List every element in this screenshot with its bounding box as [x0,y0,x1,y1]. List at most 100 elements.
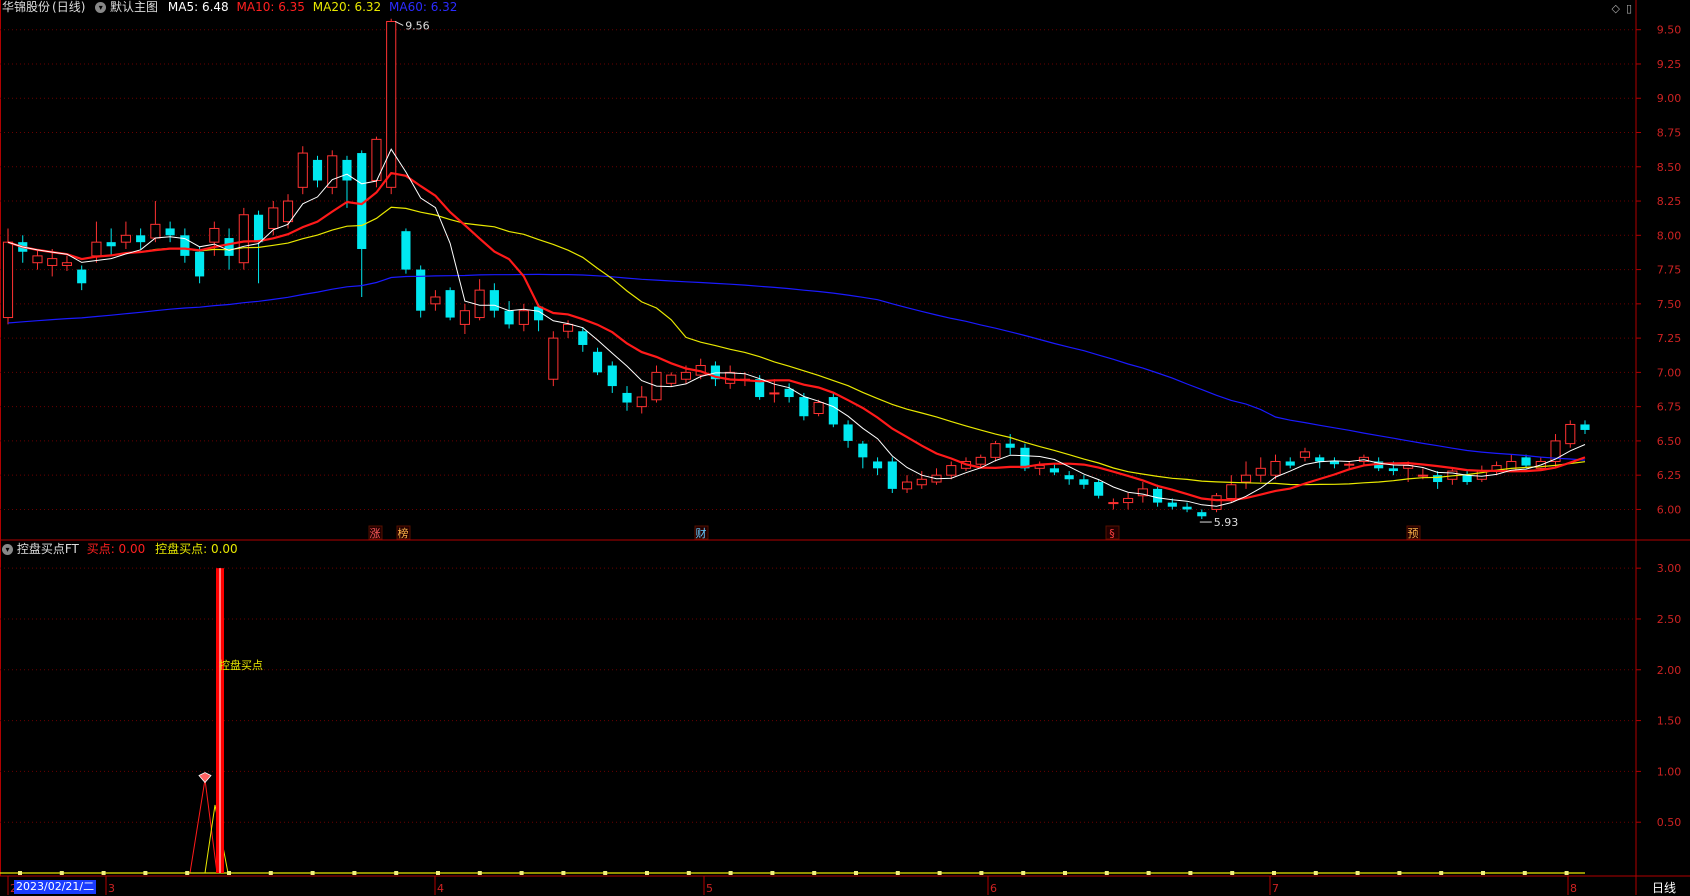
event-marker: § [1109,527,1115,540]
candle-body-down [1197,512,1207,517]
candle-body-up [518,310,529,325]
baseline-dot [1564,871,1569,875]
candle-body-up [327,155,338,188]
candle-body-down [1005,443,1015,448]
baseline-dot [436,871,440,875]
baseline-dot [561,871,566,875]
candle-body-up [430,296,441,305]
chevron-down-icon[interactable]: ▾ [95,2,107,13]
y-tick-label: 3.00 [1657,562,1682,575]
y-tick-label: 6.50 [1657,435,1682,448]
candle-body-up [1565,423,1576,445]
chevron-down-icon[interactable]: ▾ [2,544,13,555]
sub-indicator-name[interactable]: 控盘买点FT [17,542,79,556]
low-price-label: 5.93 [1214,516,1239,529]
baseline-dot [1063,871,1067,875]
candle-body-down [799,397,809,417]
baseline-dot [1522,871,1527,875]
candle-body-down [489,290,499,311]
ma60-line [7,273,1586,461]
candle-body-up [297,152,308,188]
candle-body-up [636,396,647,408]
x-tick-label: 6 [990,882,997,895]
buy-signal-line [189,779,218,874]
candle-body-up [562,323,574,332]
stock-chart[interactable]: 9.50 9.25 9.00 8.75 8.50 8.25 8.00 7.75 7.50 7.25… [0,0,1690,895]
baseline-dot [268,871,273,875]
y-tick-label: 9.25 [1657,58,1682,71]
candle-body-down [195,251,205,277]
candle-body-up [150,223,161,239]
period-tab[interactable]: 日线 [1638,879,1690,895]
candle-body-up [268,207,279,229]
x-tick-label: 4 [437,882,444,895]
candle-body-down [858,443,868,458]
baseline-dot [101,871,106,875]
candle-body-down [224,238,234,256]
candle-body-down [1182,506,1192,510]
candle-body-down [1315,457,1325,462]
baseline-dot [1481,871,1485,875]
candle-body-down [622,392,632,403]
candle-body-up [459,310,470,325]
y-tick-label: 8.00 [1657,229,1682,242]
baseline-dot [519,871,524,875]
candle-body-down [253,214,264,243]
main-chart-header: 华锦股份 (日线) ▾ 默认主图 MA5: 6.48 MA10: 6.35 MA2… [2,0,457,14]
baseline-dot [143,871,148,875]
candle-body-up [61,262,73,266]
y-tick-label: 6.75 [1657,401,1682,414]
baseline-dot [979,871,984,875]
baseline-dot [1439,871,1444,875]
candle-body-up [91,241,102,257]
candle-body-down [1020,447,1030,469]
event-marker: 财 [696,526,707,540]
candle-body-down [843,424,853,441]
baseline-dot [394,871,399,875]
ma60-value: MA60: 6.32 [389,0,458,14]
baseline-dot [812,871,817,875]
candle-body-down [1153,488,1163,503]
sub-chart-header: ▾ 控盘买点FT 买点: 0.00 控盘买点: 0.00 [2,542,238,556]
candle-body-up [769,392,780,395]
candle-body-up [666,374,677,384]
baseline-dot [1188,871,1193,875]
y-tick-label: 1.00 [1657,765,1682,778]
panel-icon[interactable]: ▯ [1626,2,1632,15]
baseline-dot [18,871,22,875]
candle-body-down [1064,475,1074,480]
candle-body-up [238,214,249,264]
candle-body-up [1270,460,1281,476]
control-buy-value: 控盘买点: 0.00 [155,542,238,556]
baseline-dot [895,871,900,875]
cursor-date: 2023/02/21/二 [14,880,97,894]
ma5-line [7,148,1586,507]
baseline-dot [1313,871,1318,875]
x-tick-label: 7 [1272,882,1279,895]
candle-body-down [1094,482,1104,496]
candle-body-up [1344,463,1355,466]
baseline-dot [728,871,733,875]
candle-body-up [209,227,220,243]
candle-body-down [1329,461,1340,465]
y-tick-label: 1.50 [1657,715,1682,728]
candle-body-down [77,269,87,284]
candle-body-up [1123,497,1134,504]
candle-body-up [120,234,131,243]
ma10-value: MA10: 6.35 [236,0,305,14]
y-tick-label: 6.00 [1657,503,1682,516]
x-tick-label: 5 [706,882,713,895]
candle-body-up [1240,474,1252,483]
candle-body-up [1108,502,1119,505]
candle-body-down [312,159,323,181]
candle-body-up [975,456,986,465]
candle-body-down [592,351,603,373]
baseline-dot [352,871,357,875]
baseline-dot [603,871,608,875]
candle-body-up [1299,451,1311,458]
candle-body-up [1255,467,1266,476]
diamond-icon[interactable]: ◇ [1611,2,1619,15]
main-indicator-name[interactable]: 默认主图 [110,0,158,14]
candle-body-up [990,443,1001,458]
diamond-icon [198,772,212,784]
